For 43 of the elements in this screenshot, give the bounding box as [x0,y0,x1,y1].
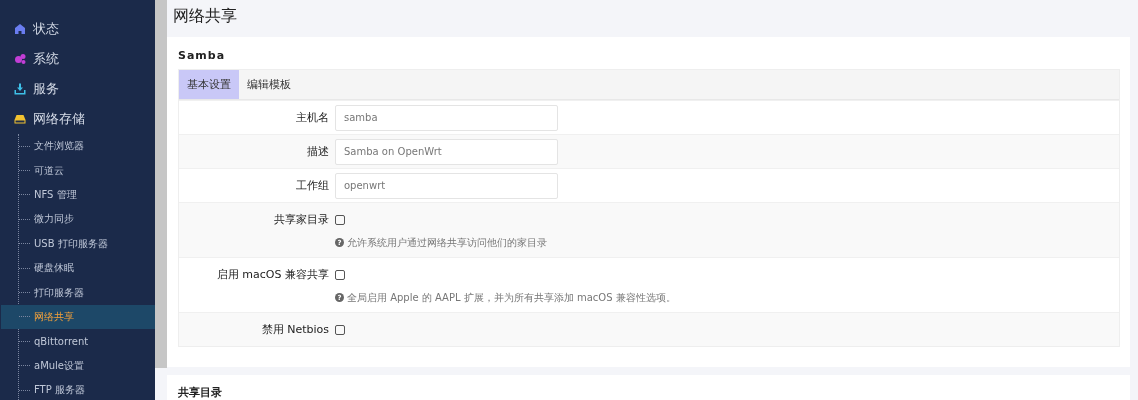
section-title: Samba [178,49,227,62]
gear-icon [14,53,26,65]
input-field[interactable]: samba [335,104,558,131]
submenu-item[interactable]: 微力同步 [1,207,155,232]
field-label: 启用 macOS 兼容共享 [215,267,330,282]
input-field[interactable]: openwrt [335,172,558,199]
tab[interactable]: 编辑模板 [239,70,299,99]
drive-icon [14,113,26,125]
submenu-item[interactable]: aMule设置 [1,353,155,378]
scrollbar[interactable] [155,0,167,368]
submenu-item[interactable]: FTP 服务器 [1,377,155,400]
submenu-item[interactable]: NFS 管理 [1,182,155,208]
submenu-item[interactable]: 打印服务器 [1,280,155,305]
menu-label: 系统 [33,50,59,68]
checkbox[interactable] [335,269,345,280]
help-text: 全局启用 Apple 的 AAPL 扩展，并为所有共享添加 macOS 兼容性选项。 [347,291,676,305]
menu-label: 状态 [33,20,59,38]
page-title: 网络共享 [172,5,238,27]
checkbox[interactable] [335,214,345,225]
submenu-item[interactable]: 网络共享 [1,304,155,330]
field-label: 共享家目录 [273,212,330,227]
menu-item[interactable]: 服务 [0,74,155,104]
menu-item[interactable]: 网络存储 [0,104,155,134]
field-label: 描述 [306,144,330,159]
section-title: 共享目录 [178,385,223,400]
menu-item[interactable]: 系统 [0,44,155,74]
download-icon [14,83,26,95]
help-text: 允许系统用户通过网络共享访问他们的家目录 [347,236,547,250]
submenu-item[interactable]: qBittorrent [1,329,155,354]
submenu-item[interactable]: 硬盘休眠 [1,255,155,281]
field-label: 禁用 Netbios [260,322,330,337]
checkbox[interactable] [335,324,345,335]
submenu-item[interactable]: 文件浏览器 [1,134,155,159]
tab[interactable]: 基本设置 [179,70,239,99]
menu-label: 服务 [33,80,59,98]
home-icon [14,23,26,35]
menu-label: 网络存储 [33,110,85,128]
input-field[interactable]: Samba on OpenWrt [335,138,558,165]
submenu-item[interactable]: USB 打印服务器 [1,231,155,256]
field-label: 工作组 [295,178,330,193]
submenu-item[interactable]: 可道云 [1,158,155,183]
menu-item[interactable]: 状态 [0,14,155,44]
field-label: 主机名 [295,110,330,125]
